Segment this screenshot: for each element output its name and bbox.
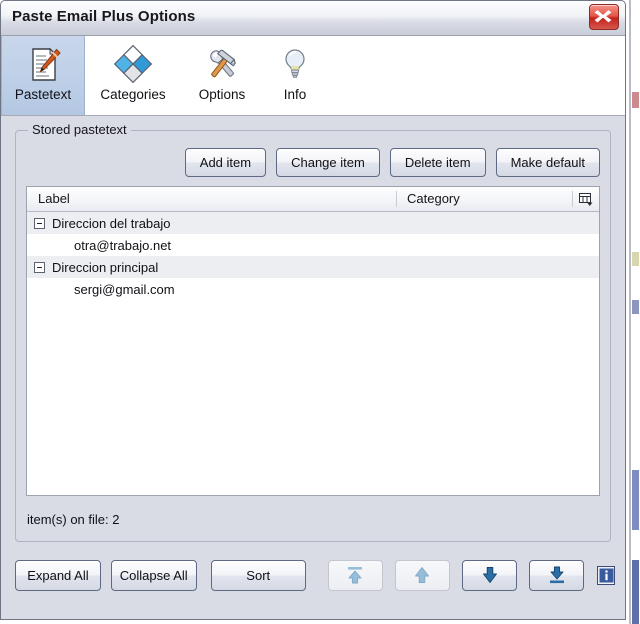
- table-row[interactable]: Direccion principal: [27, 256, 599, 278]
- document-pen-icon: [21, 42, 65, 86]
- column-header-label[interactable]: Label: [27, 191, 397, 207]
- close-button[interactable]: [589, 4, 619, 30]
- pastetext-list[interactable]: Label Category Direccion del trabajo otr…: [26, 186, 600, 496]
- info-icon: [599, 568, 614, 582]
- bottom-toolbar: Expand All Collapse All Sort: [15, 558, 615, 592]
- collapse-expander-icon[interactable]: [34, 261, 45, 273]
- arrow-up-to-top-icon: [348, 567, 363, 584]
- expand-all-button[interactable]: Expand All: [15, 559, 101, 591]
- table-row[interactable]: Direccion del trabajo: [27, 212, 599, 234]
- wrench-hammer-icon: [200, 42, 244, 86]
- status-text: item(s) on file: 2: [27, 512, 120, 527]
- background-window-edge: [629, 0, 631, 624]
- make-default-button[interactable]: Make default: [495, 148, 600, 177]
- screen: Paste Email Plus Options Pastetext Categ…: [0, 0, 640, 624]
- groupbox-legend: Stored pastetext: [28, 122, 131, 137]
- row-label: sergi@gmail.com: [74, 281, 175, 297]
- change-item-button[interactable]: Change item: [276, 148, 380, 177]
- window-title: Paste Email Plus Options: [12, 8, 196, 25]
- move-to-top-button[interactable]: [327, 559, 383, 591]
- window-body: Stored pastetext Add item Change item De…: [1, 116, 625, 619]
- tab-options[interactable]: Options: [181, 36, 263, 115]
- column-chooser-icon[interactable]: [573, 192, 599, 206]
- list-header: Label Category: [27, 187, 599, 212]
- background-fleck: [632, 92, 639, 108]
- row-label: Direccion principal: [52, 259, 159, 275]
- tab-label: Categories: [100, 87, 166, 102]
- item-action-buttons: Add item Change item Delete item Make de…: [184, 148, 600, 177]
- lightbulb-icon: [273, 42, 317, 86]
- add-item-button[interactable]: Add item: [184, 148, 267, 177]
- arrow-down-icon: [482, 567, 497, 583]
- table-row[interactable]: sergi@gmail.com: [27, 278, 599, 300]
- tab-label: Pastetext: [14, 87, 72, 102]
- collapse-expander-icon[interactable]: [34, 217, 45, 229]
- background-fleck: [632, 300, 639, 314]
- background-fleck: [632, 470, 639, 530]
- delete-item-button[interactable]: Delete item: [389, 148, 486, 177]
- tab-label: Info: [283, 87, 307, 102]
- collapse-all-button[interactable]: Collapse All: [110, 559, 197, 591]
- desktop-background-strip: [626, 0, 640, 624]
- table-row[interactable]: otra@trabajo.net: [27, 234, 599, 256]
- color-diamond-icon: [111, 42, 155, 86]
- info-button[interactable]: [597, 565, 615, 585]
- move-up-button[interactable]: [394, 559, 450, 591]
- arrow-down-to-bottom-icon: [549, 566, 564, 584]
- sort-button[interactable]: Sort: [210, 559, 306, 591]
- move-down-button[interactable]: [461, 559, 518, 591]
- row-label: otra@trabajo.net: [74, 237, 172, 253]
- stored-pastetext-groupbox: Stored pastetext Add item Change item De…: [15, 122, 611, 542]
- arrow-up-icon: [415, 567, 430, 583]
- tab-pastetext[interactable]: Pastetext: [1, 36, 85, 115]
- close-icon: [594, 10, 612, 23]
- tab-strip: Pastetext Categories Options Info: [1, 36, 625, 116]
- list-rows: Direccion del trabajo otra@trabajo.net D…: [27, 212, 599, 495]
- background-fleck: [632, 252, 639, 266]
- background-fleck: [632, 560, 639, 624]
- move-to-bottom-button[interactable]: [529, 559, 585, 591]
- column-header-category[interactable]: Category: [397, 191, 573, 207]
- row-label: Direccion del trabajo: [52, 215, 171, 231]
- tab-label: Options: [198, 87, 246, 102]
- title-bar: Paste Email Plus Options: [1, 1, 625, 36]
- tab-categories[interactable]: Categories: [85, 36, 181, 115]
- options-window: Paste Email Plus Options Pastetext Categ…: [0, 0, 626, 620]
- tab-info[interactable]: Info: [263, 36, 327, 115]
